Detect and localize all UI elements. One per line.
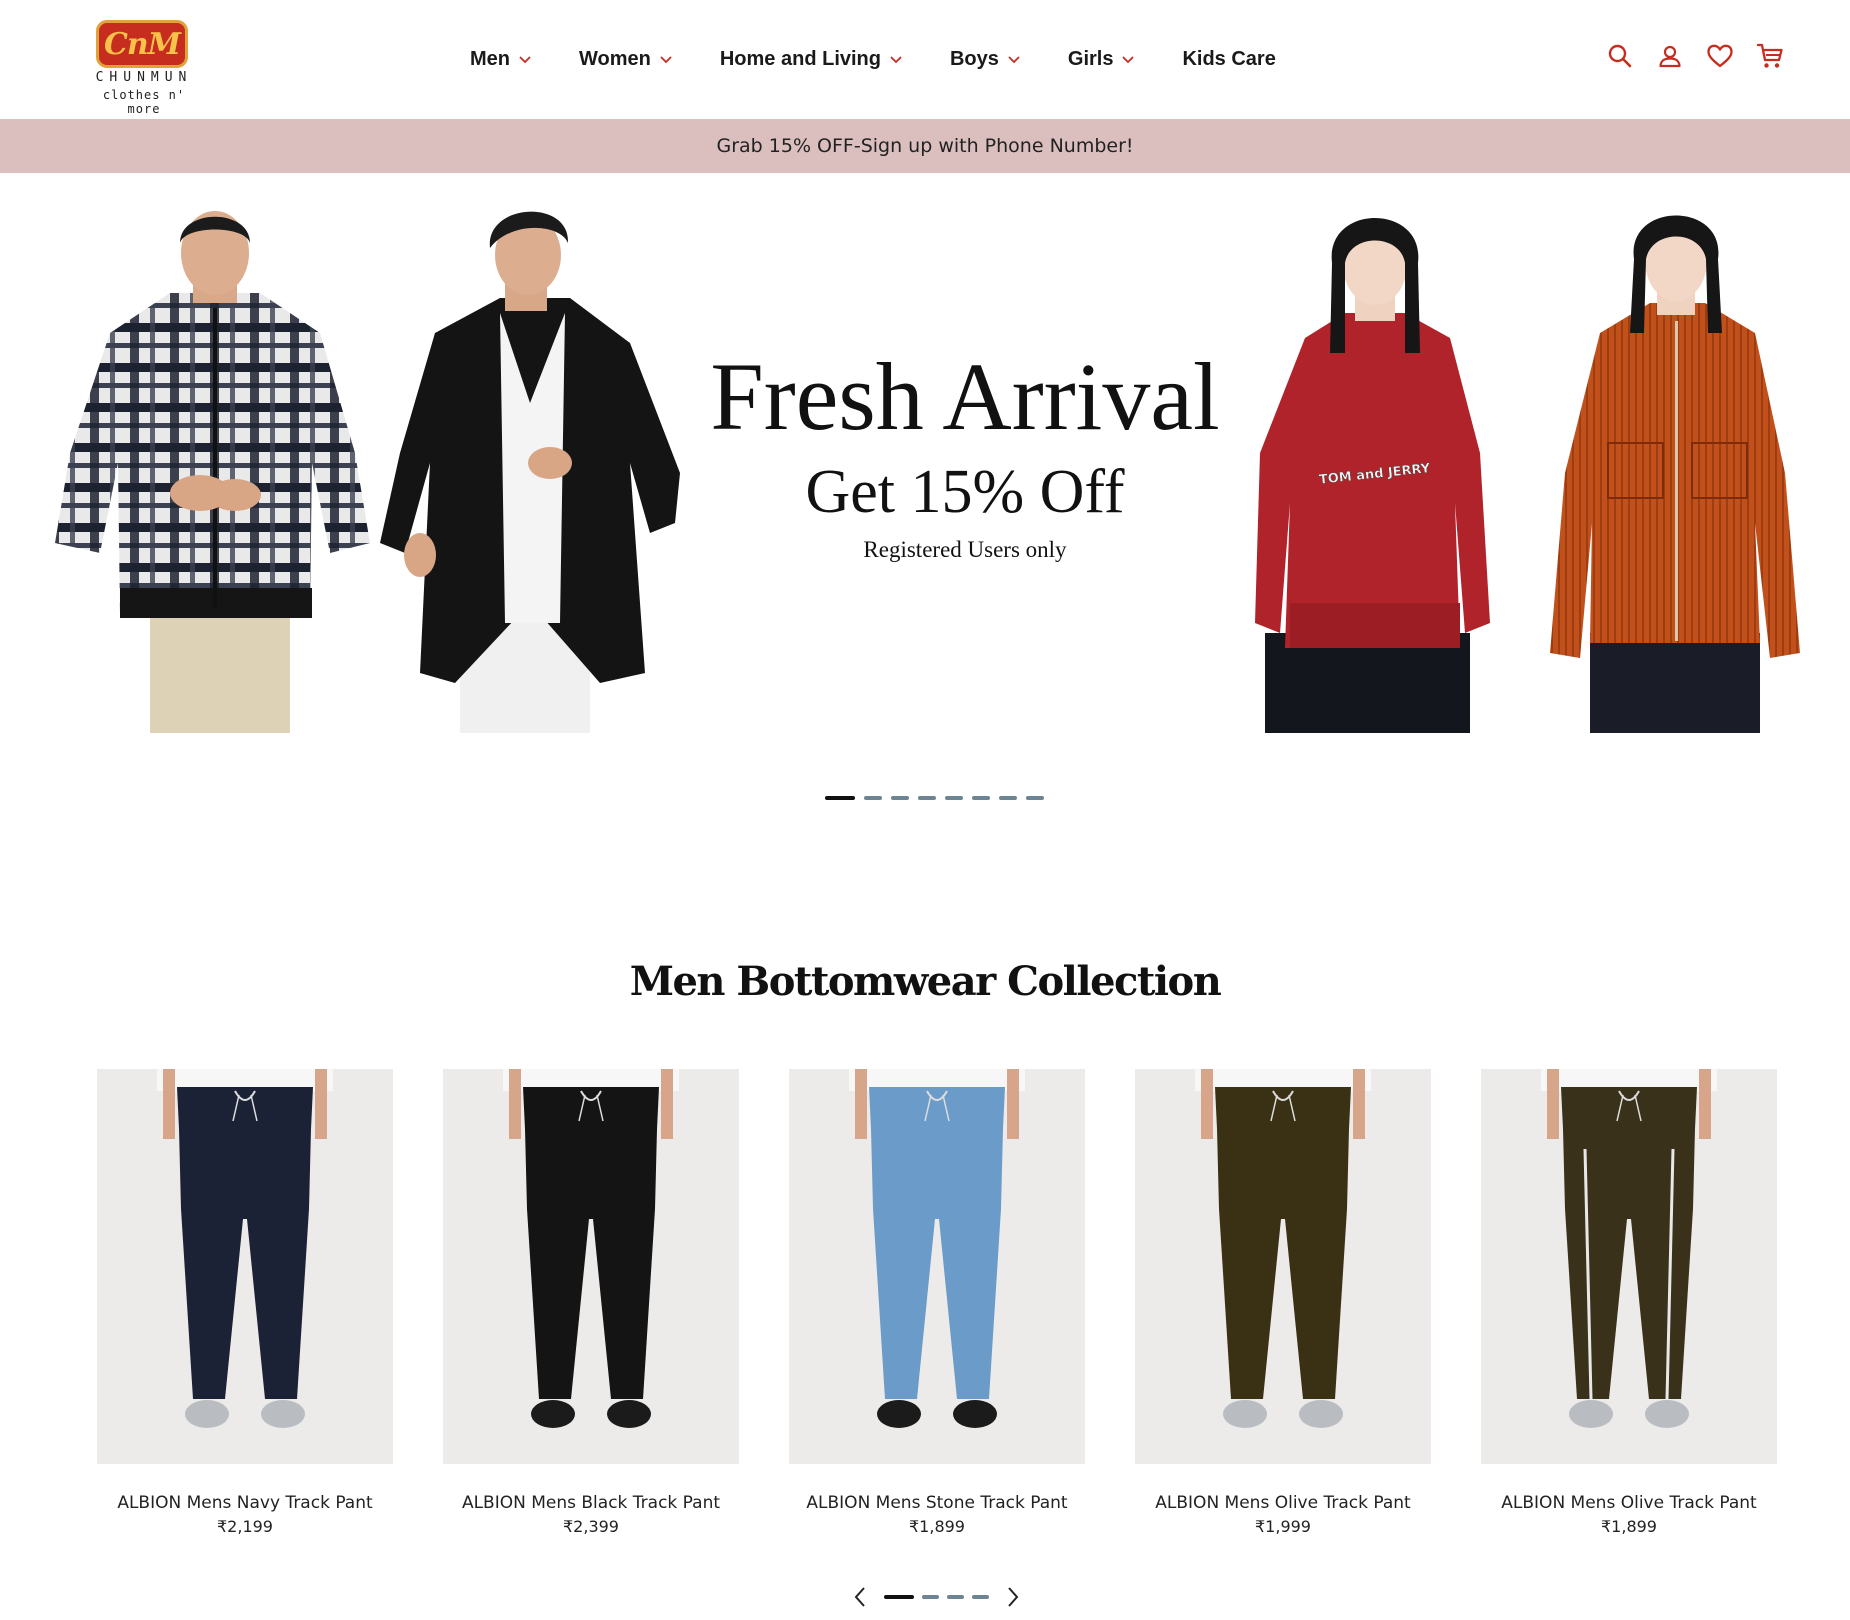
product-name[interactable]: ALBION Mens Navy Track Pant <box>97 1493 393 1513</box>
product-image[interactable] <box>97 1069 393 1464</box>
track-pant-image <box>503 1069 679 1428</box>
search-icon <box>1608 44 1632 68</box>
product-price: ₹2,399 <box>563 1517 619 1536</box>
product-price: ₹1,899 <box>909 1517 965 1536</box>
brand-logo[interactable]: CnM CHUNMUN clothes n' more <box>86 18 202 116</box>
track-pant-image <box>1541 1069 1717 1428</box>
track-pant-image <box>849 1069 1025 1428</box>
product-name[interactable]: ALBION Mens Olive Track Pant <box>1481 1493 1777 1513</box>
hero-slide-indicators <box>825 795 1053 801</box>
track-pant-image <box>1195 1069 1371 1428</box>
nav-item-women[interactable]: Women <box>579 48 673 71</box>
nav-label: Home and Living <box>719 47 881 70</box>
carousel-page-dot[interactable] <box>922 1595 939 1599</box>
carousel-page-indicators <box>884 1595 989 1599</box>
product-image[interactable] <box>789 1069 1085 1464</box>
logo-mark: CnM <box>104 26 181 62</box>
product-image[interactable] <box>1481 1069 1777 1464</box>
chevron-down-icon <box>1008 56 1020 64</box>
product-card[interactable]: ALBION Mens Black Track Pant ₹2,399 <box>443 1069 739 1536</box>
hero-slide-dot[interactable] <box>825 796 855 800</box>
track-pant-image <box>157 1069 333 1428</box>
product-card[interactable]: ALBION Mens Stone Track Pant ₹1,899 <box>789 1069 1085 1536</box>
hero-slide-dot[interactable] <box>891 796 909 800</box>
wishlist-button[interactable] <box>1704 40 1736 72</box>
nav-label: Girls <box>1067 47 1114 70</box>
product-carousel-controls <box>848 1583 1025 1611</box>
search-button[interactable] <box>1604 40 1636 72</box>
chevron-down-icon <box>660 56 672 64</box>
nav-item-men[interactable]: Men <box>470 48 532 71</box>
nav-item-boys[interactable]: Boys <box>950 48 1021 71</box>
hero-slide-dot[interactable] <box>945 796 963 800</box>
cart-button[interactable] <box>1754 40 1786 72</box>
product-price: ₹1,999 <box>1255 1517 1311 1536</box>
nav-label: Boys <box>949 47 999 70</box>
hero-banner[interactable]: Fresh Arrival Get 15% Off Registered Use… <box>0 173 1850 733</box>
product-image[interactable] <box>443 1069 739 1464</box>
hero-slide-dot[interactable] <box>999 796 1017 800</box>
product-card[interactable]: ALBION Mens Olive Track Pant ₹1,999 <box>1135 1069 1431 1536</box>
section-title: Men Bottomwear Collection <box>629 958 1222 1005</box>
product-image[interactable] <box>1135 1069 1431 1464</box>
nav-label: Men <box>470 47 510 70</box>
cart-icon <box>1756 43 1783 68</box>
product-card[interactable]: ALBION Mens Olive Track Pant ₹1,899 <box>1481 1069 1777 1536</box>
logo-badge: CnM <box>96 20 188 68</box>
account-icon <box>1659 45 1681 68</box>
chevron-left-icon <box>854 1587 865 1607</box>
product-price: ₹1,899 <box>1601 1517 1657 1536</box>
hero-title: Fresh Arrival <box>710 343 1220 450</box>
main-nav: Men Women Home and Living Boys Girls Kid… <box>470 44 1323 74</box>
logo-tagline: clothes n' more <box>102 88 186 116</box>
hero-subtitle: Get 15% Off <box>805 458 1125 526</box>
product-carousel: ALBION Mens Navy Track Pant ₹2,199 ALBION … <box>97 1069 1777 1549</box>
account-button[interactable] <box>1654 40 1686 72</box>
model-red-hoodie-image: TOM and JERRY <box>1255 218 1490 733</box>
product-name[interactable]: ALBION Mens Olive Track Pant <box>1135 1493 1431 1513</box>
hero-slide-dot[interactable] <box>918 796 936 800</box>
product-price: ₹2,199 <box>217 1517 273 1536</box>
hero-slide-dot[interactable] <box>972 796 990 800</box>
carousel-page-dot[interactable] <box>947 1595 964 1599</box>
nav-item-girls[interactable]: Girls <box>1068 48 1136 71</box>
wishlist-heart-icon <box>1707 44 1733 68</box>
model-plaid-jacket-image <box>55 211 370 733</box>
site-header: CnM CHUNMUN clothes n' more Men Women Ho… <box>0 0 1850 119</box>
carousel-page-dot[interactable] <box>972 1595 989 1599</box>
chevron-down-icon <box>519 56 531 64</box>
carousel-next-button[interactable] <box>1001 1583 1025 1611</box>
nav-label: Women <box>579 47 651 70</box>
promo-bar[interactable]: Grab 15% OFF-Sign up with Phone Number! <box>0 119 1850 173</box>
carousel-prev-button[interactable] <box>848 1583 872 1611</box>
model-black-cardigan-image <box>380 211 680 733</box>
product-card[interactable]: ALBION Mens Navy Track Pant ₹2,199 <box>97 1069 393 1536</box>
hero-note: Registered Users only <box>863 537 1067 562</box>
model-orange-jacket-image <box>1550 215 1800 733</box>
nav-label: Kids Care <box>1182 47 1276 70</box>
header-actions <box>1604 40 1786 72</box>
hero-slide-dot[interactable] <box>864 796 882 800</box>
product-name[interactable]: ALBION Mens Stone Track Pant <box>789 1493 1085 1513</box>
nav-item-home-and-living[interactable]: Home and Living <box>720 48 903 71</box>
chevron-right-icon <box>1008 1587 1019 1607</box>
nav-item-kids-care[interactable]: Kids Care <box>1182 48 1275 71</box>
product-name[interactable]: ALBION Mens Black Track Pant <box>443 1493 739 1513</box>
logo-name: CHUNMUN <box>95 70 193 85</box>
hero-slide-dot[interactable] <box>1026 796 1044 800</box>
chevron-down-icon <box>1122 56 1135 64</box>
carousel-page-dot[interactable] <box>884 1595 914 1599</box>
chevron-down-icon <box>890 56 902 64</box>
